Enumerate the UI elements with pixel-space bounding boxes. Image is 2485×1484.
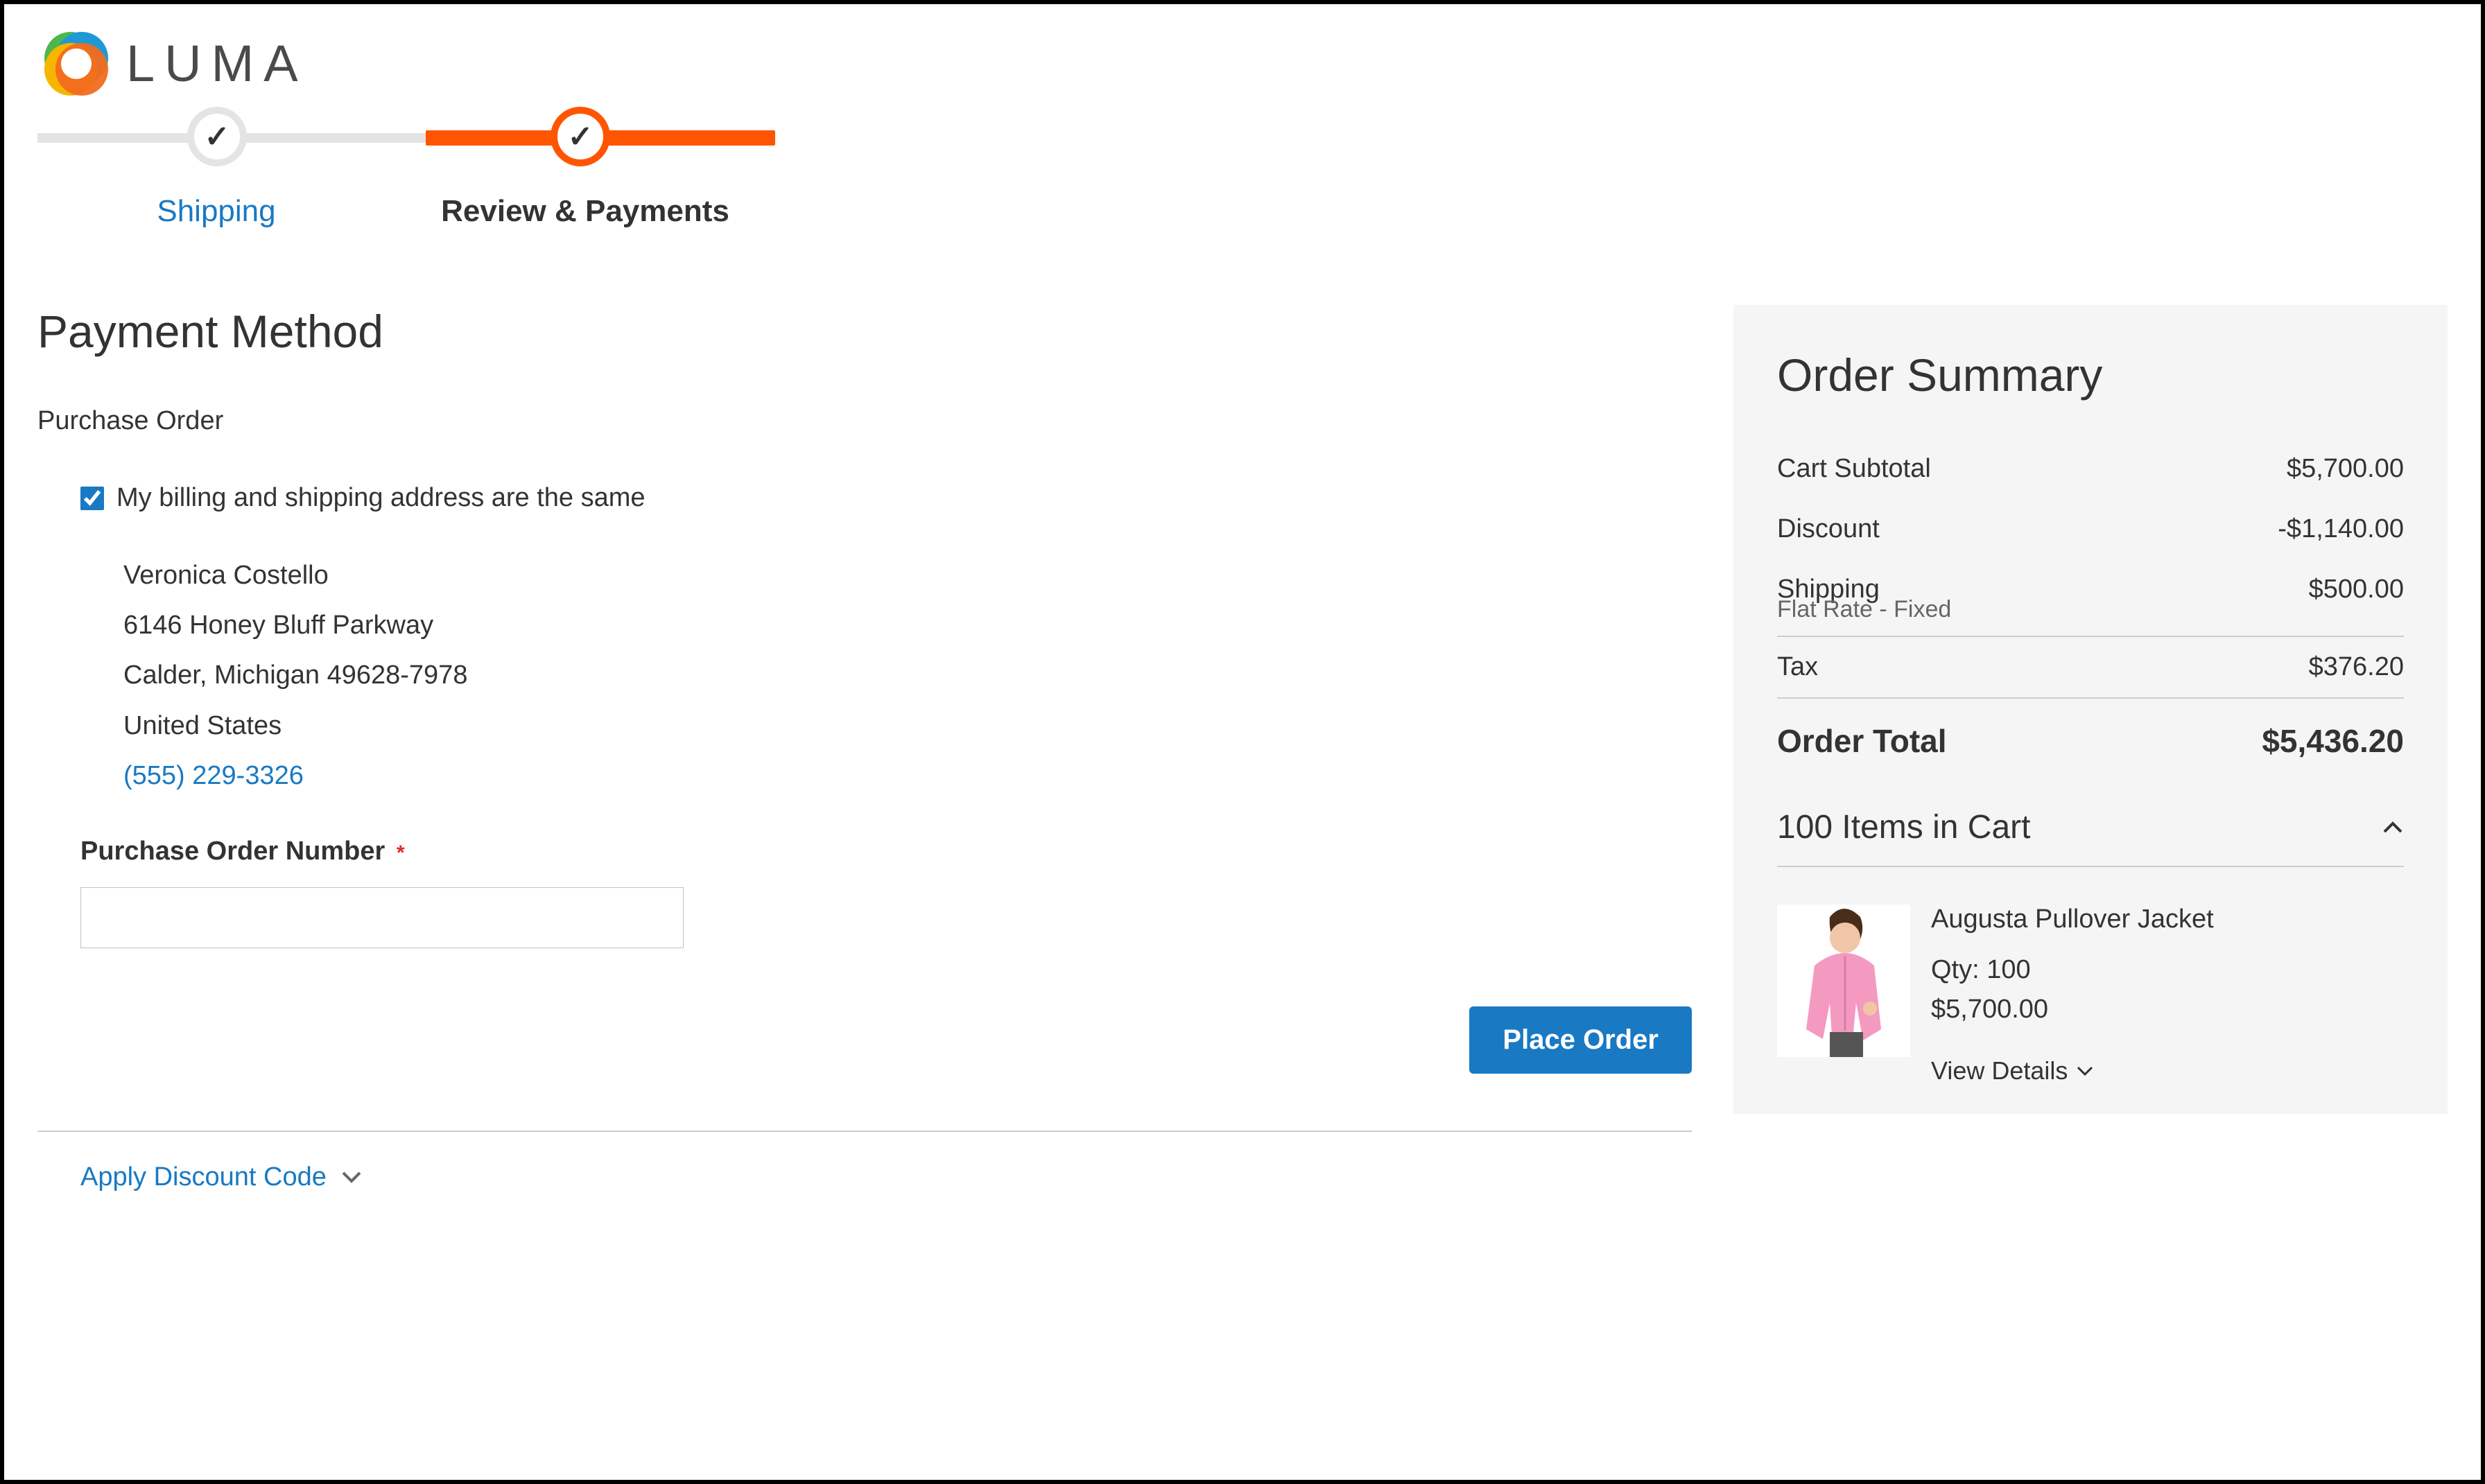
step-shipping-label[interactable]: Shipping (37, 194, 395, 229)
luma-logo-icon (37, 25, 114, 101)
order-summary-panel: Order Summary Cart Subtotal $5,700.00 Di… (1733, 305, 2448, 1114)
place-order-button[interactable]: Place Order (1469, 1006, 1692, 1074)
chevron-up-icon (2382, 821, 2404, 835)
check-icon: ✓ (568, 119, 594, 155)
cart-item: Augusta Pullover Jacket Qty: 100 $5,700.… (1777, 905, 2404, 1085)
payment-method-selected: Purchase Order (37, 406, 1692, 436)
cart-item-thumbnail (1777, 905, 1910, 1057)
addr-phone[interactable]: (555) 229-3326 (123, 751, 1692, 801)
po-number-input[interactable] (80, 887, 684, 948)
chevron-down-icon (2076, 1065, 2094, 1076)
billing-same-label: My billing and shipping address are the … (116, 483, 646, 513)
addr-country: United States (123, 701, 1692, 751)
checkout-progress: ✓ ✓ Shipping Review & Payments (37, 130, 2448, 229)
divider (37, 1131, 1692, 1132)
cart-item-price: $5,700.00 (1931, 995, 2214, 1024)
subtotal-value: $5,700.00 (2287, 454, 2404, 484)
order-summary-title: Order Summary (1777, 349, 2404, 401)
billing-same-checkbox[interactable] (80, 487, 104, 510)
discount-label: Discount (1777, 514, 1880, 544)
required-star: * (397, 841, 405, 864)
brand-header: LUMA (37, 25, 2448, 101)
step-shipping-node[interactable]: ✓ (187, 107, 247, 166)
apply-discount-label: Apply Discount Code (80, 1162, 327, 1192)
total-value: $5,436.20 (2262, 722, 2404, 760)
cart-item-name: Augusta Pullover Jacket (1931, 905, 2214, 934)
addr-name: Veronica Costello (123, 550, 1692, 600)
check-icon: ✓ (205, 119, 230, 155)
payment-method-title: Payment Method (37, 305, 1692, 358)
apply-discount-toggle[interactable]: Apply Discount Code (80, 1162, 1692, 1192)
cart-item-view-details[interactable]: View Details (1931, 1056, 2214, 1085)
step-review-node[interactable]: ✓ (551, 107, 610, 166)
cart-items-toggle[interactable]: 100 Items in Cart (1777, 783, 2404, 867)
brand-name: LUMA (126, 34, 308, 93)
cart-item-qty: Qty: 100 (1931, 955, 2214, 985)
step-review-label: Review & Payments (395, 194, 775, 229)
subtotal-label: Cart Subtotal (1777, 454, 1931, 484)
po-number-label: Purchase Order Number * (80, 837, 1692, 866)
discount-value: -$1,140.00 (2278, 514, 2404, 544)
shipping-value: $500.00 (2309, 575, 2404, 604)
addr-street: 6146 Honey Bluff Parkway (123, 600, 1692, 650)
total-label: Order Total (1777, 722, 1947, 760)
addr-city: Calder, Michigan 49628-7978 (123, 650, 1692, 700)
tax-label: Tax (1777, 652, 1818, 682)
chevron-down-icon (340, 1170, 363, 1184)
tax-value: $376.20 (2309, 652, 2404, 682)
cart-items-count: 100 Items in Cart (1777, 808, 2030, 846)
billing-address-block: Veronica Costello 6146 Honey Bluff Parkw… (123, 550, 1692, 801)
